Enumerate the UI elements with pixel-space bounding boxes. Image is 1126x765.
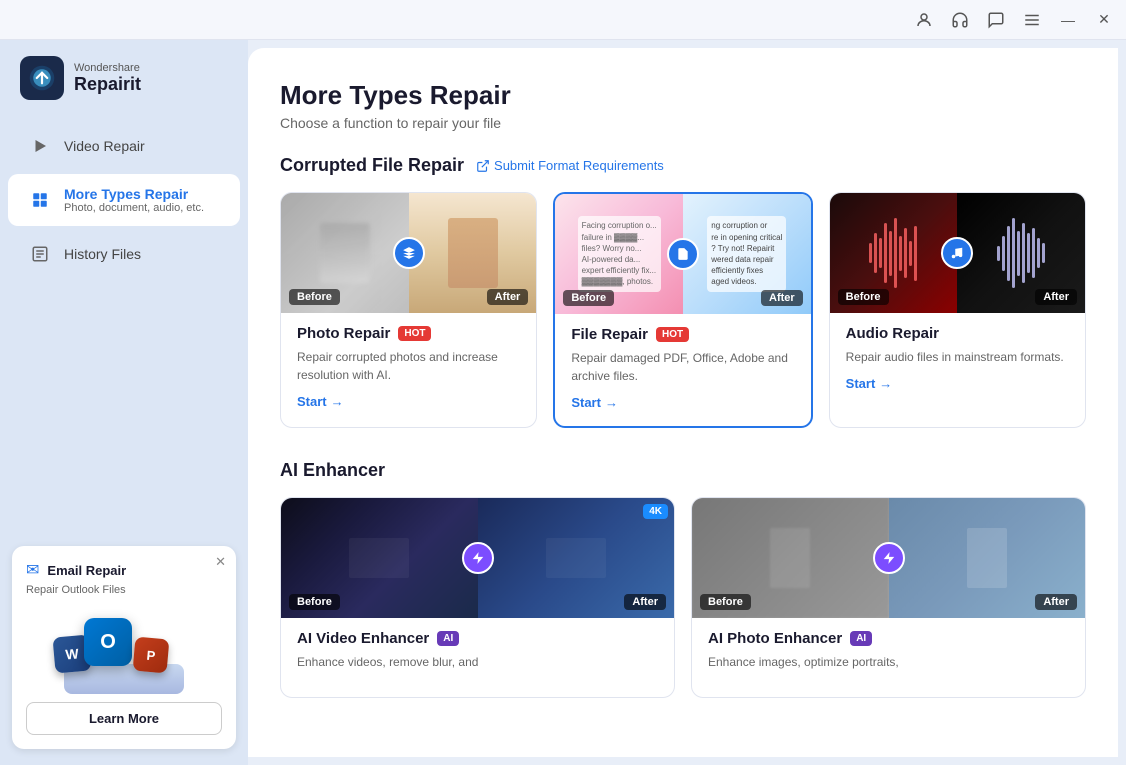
file-after: ng corruption orre in opening critical? … (683, 194, 811, 314)
photo-before: Before (281, 193, 409, 313)
ai-video-enhancer-card[interactable]: Before After 4K (280, 497, 675, 698)
nav-label-history-files: History Files (64, 246, 141, 262)
promo-title: Email Repair (47, 563, 126, 578)
photo-repair-icon-overlay (393, 237, 425, 269)
aiphoto-before: Before (692, 498, 889, 618)
file-repair-icon-overlay (667, 238, 699, 270)
photo-repair-title: Photo Repair (297, 325, 390, 342)
minimize-button[interactable]: — (1058, 10, 1078, 30)
audio-repair-card[interactable]: Before (829, 192, 1086, 428)
ai-video-desc: Enhance videos, remove blur, and (297, 653, 658, 671)
photo-repair-desc: Repair corrupted photos and increase res… (297, 348, 520, 384)
logo-text: Wondershare Repairit (74, 62, 141, 95)
app-body: Wondershare Repairit Video Repair More T… (0, 40, 1126, 765)
nav-label-more-types: More Types Repair (64, 186, 204, 202)
corrupted-section-title: Corrupted File Repair (280, 155, 464, 176)
file-repair-desc: Repair damaged PDF, Office, Adobe and ar… (571, 349, 794, 385)
video-repair-icon (28, 134, 52, 158)
audio-repair-title: Audio Repair (846, 325, 939, 342)
promo-sub: Repair Outlook Files (26, 584, 222, 596)
file-before: Facing corruption o...failure in ▓▓▓▓...… (555, 194, 683, 314)
4k-badge: 4K (643, 504, 668, 519)
promo-image: W O P (26, 604, 222, 694)
sidebar-item-video-repair[interactable]: Video Repair (8, 122, 240, 170)
logo-brand: Wondershare (74, 62, 141, 74)
ai-photo-image: Before After (692, 498, 1085, 618)
headphone-icon[interactable] (950, 10, 970, 30)
logo-area: Wondershare Repairit (0, 56, 248, 120)
ai-cards-row: Before After 4K (280, 497, 1086, 698)
promo-header: ✉ Email Repair (26, 560, 222, 580)
corrupted-cards-row: Before After (280, 192, 1086, 428)
file-repair-card[interactable]: Facing corruption o...failure in ▓▓▓▓...… (553, 192, 812, 428)
email-promo-card: ✕ ✉ Email Repair Repair Outlook Files W … (12, 546, 236, 749)
more-types-icon (28, 188, 52, 212)
ai-video-image: Before After 4K (281, 498, 674, 618)
corrupted-section-header: Corrupted File Repair Submit Format Requ… (280, 155, 1086, 176)
photo-repair-card[interactable]: Before After (280, 192, 537, 428)
aiphoto-after: After (889, 498, 1086, 618)
photo-repair-start[interactable]: Start → (297, 394, 520, 409)
ai-video-icon-overlay (462, 542, 494, 574)
user-icon[interactable] (914, 10, 934, 30)
app-logo (20, 56, 64, 100)
title-bar: — ✕ (0, 0, 1126, 40)
email-icon: ✉ (26, 560, 39, 580)
ai-photo-enhancer-card[interactable]: Before After (691, 497, 1086, 698)
ai-photo-badge: AI (850, 631, 872, 646)
sidebar-item-history-files[interactable]: History Files (8, 230, 240, 278)
audio-repair-start[interactable]: Start → (846, 376, 1069, 391)
page-title: More Types Repair (280, 80, 1086, 111)
nav-sub-more-types: Photo, document, audio, etc. (64, 202, 204, 214)
audio-before: Before (830, 193, 958, 313)
photo-after: After (409, 193, 537, 313)
video-before: Before (281, 498, 478, 618)
sidebar: Wondershare Repairit Video Repair More T… (0, 40, 248, 765)
chat-icon[interactable] (986, 10, 1006, 30)
sidebar-item-more-types-repair[interactable]: More Types Repair Photo, document, audio… (8, 174, 240, 226)
ai-video-badge: AI (437, 631, 459, 646)
main-content: More Types Repair Choose a function to r… (248, 48, 1118, 757)
ai-photo-desc: Enhance images, optimize portraits, (708, 653, 1069, 671)
audio-repair-desc: Repair audio files in mainstream formats… (846, 348, 1069, 366)
photo-repair-image: Before After (281, 193, 536, 313)
file-repair-title: File Repair (571, 326, 648, 343)
photo-repair-badge: HOT (398, 326, 431, 341)
close-button[interactable]: ✕ (1094, 10, 1114, 30)
ai-section-title: AI Enhancer (280, 460, 385, 481)
audio-repair-image: Before (830, 193, 1085, 313)
audio-after: After (957, 193, 1085, 313)
ai-video-title: AI Video Enhancer (297, 630, 429, 647)
ai-photo-icon-overlay (873, 542, 905, 574)
ai-photo-title: AI Photo Enhancer (708, 630, 842, 647)
audio-repair-icon-overlay (941, 237, 973, 269)
file-repair-badge: HOT (656, 327, 689, 342)
logo-name: Repairit (74, 74, 141, 95)
history-files-icon (28, 242, 52, 266)
file-repair-start[interactable]: Start → (571, 395, 794, 410)
learn-more-button[interactable]: Learn More (26, 702, 222, 735)
menu-icon[interactable] (1022, 10, 1042, 30)
file-repair-image: Facing corruption o...failure in ▓▓▓▓...… (555, 194, 810, 314)
page-subtitle: Choose a function to repair your file (280, 115, 1086, 131)
promo-close-button[interactable]: ✕ (215, 554, 226, 570)
ai-section-header: AI Enhancer (280, 460, 1086, 481)
nav-label-video-repair: Video Repair (64, 138, 145, 154)
submit-format-link[interactable]: Submit Format Requirements (476, 158, 664, 173)
